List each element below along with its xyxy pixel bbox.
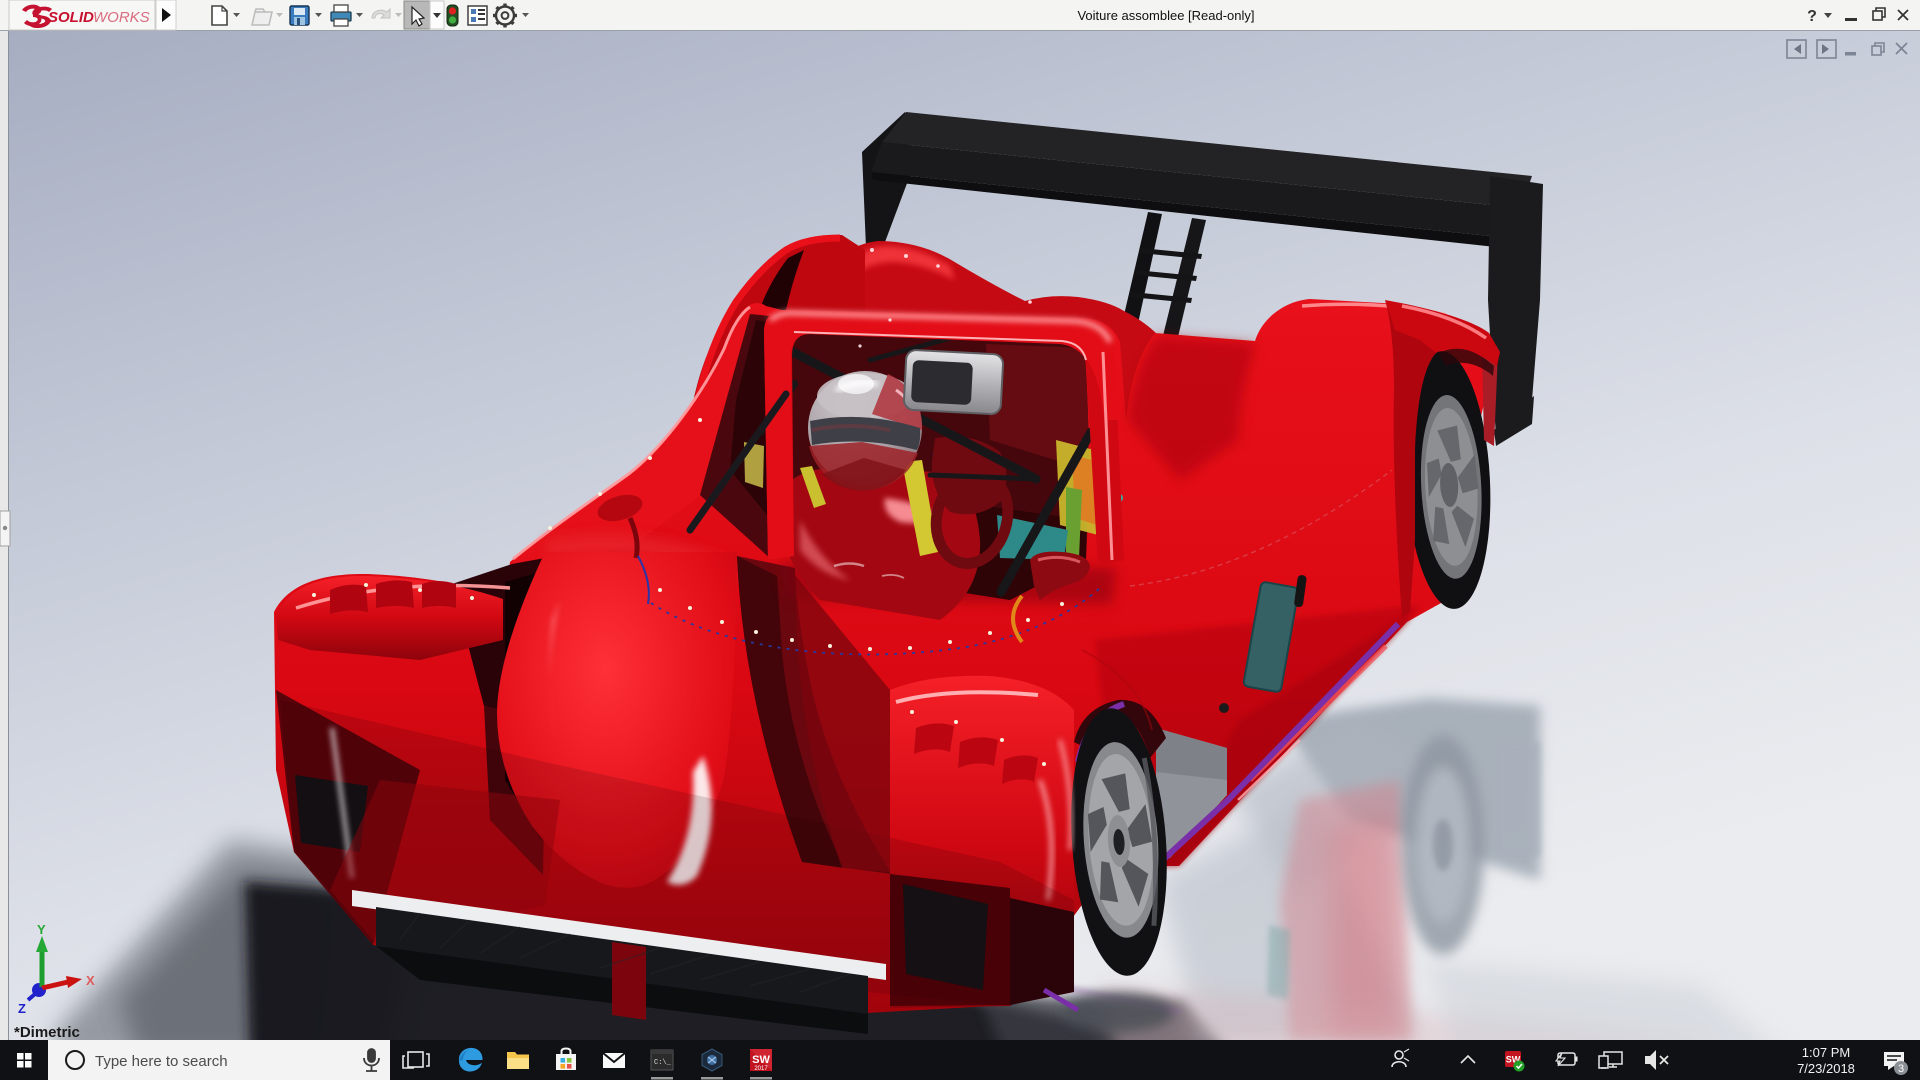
svg-text:C:\_: C:\_ (654, 1059, 672, 1067)
svg-text:X: X (86, 973, 95, 988)
svg-text:Voiture assomblee [Read-only]: Voiture assomblee [Read-only] (1077, 8, 1254, 23)
svg-text:SW: SW (752, 1054, 770, 1066)
svg-text:Y: Y (37, 922, 46, 937)
svg-text:2017: 2017 (754, 1066, 768, 1072)
svg-text:?: ? (1807, 8, 1817, 25)
svg-text:3: 3 (1898, 1063, 1904, 1075)
svg-text:Type here to search: Type here to search (95, 1053, 228, 1070)
svg-text:1:07 PM: 1:07 PM (1802, 1045, 1850, 1060)
svg-text:WORKS: WORKS (93, 9, 150, 26)
svg-text:Z: Z (18, 1001, 26, 1016)
svg-text:7/23/2018: 7/23/2018 (1797, 1061, 1855, 1076)
svg-text:SOLID: SOLID (48, 9, 94, 26)
